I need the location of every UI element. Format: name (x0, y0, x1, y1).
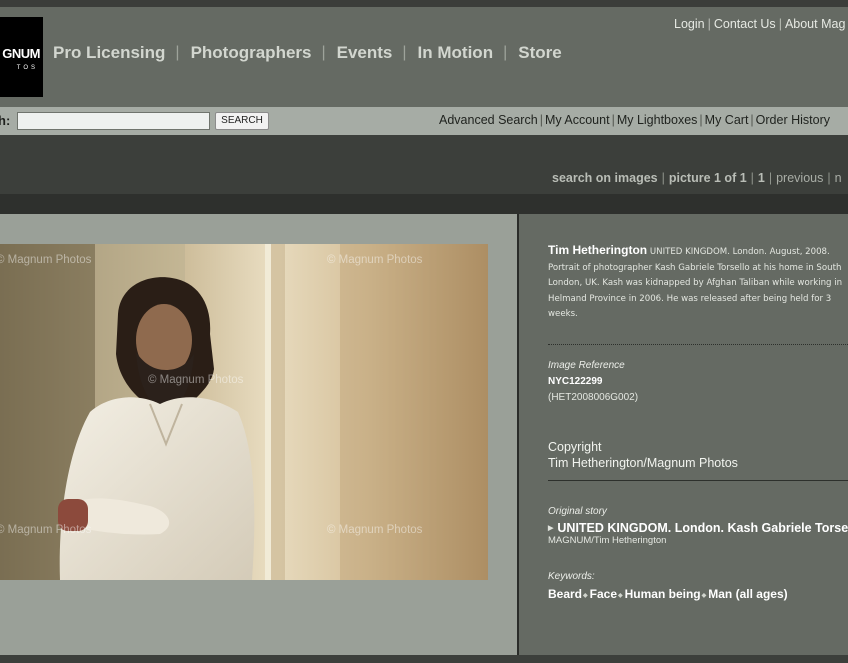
image-panel: © Magnum Photos © Magnum Photos © Magnum… (0, 214, 517, 655)
results-separator: | (661, 171, 665, 185)
original-story-label: Original story (548, 506, 607, 517)
caption-text: UNITED KINGDOM. London. August, 2008. Po… (548, 247, 843, 319)
search-input[interactable] (17, 112, 210, 130)
section-divider (548, 344, 848, 345)
util-separator: | (707, 17, 711, 31)
nav-store[interactable]: Store (518, 43, 561, 63)
arrow-right-icon: ▶ (548, 525, 554, 532)
account-separator: | (750, 113, 754, 127)
order-history-link[interactable]: Order History (756, 113, 830, 127)
search-scope-link[interactable]: search on images (552, 171, 658, 185)
contact-us-link[interactable]: Contact Us (714, 17, 776, 31)
util-separator: | (778, 17, 782, 31)
search-bar: h: SEARCH Advanced Search | My Account | My … (0, 107, 848, 135)
keyword-link[interactable]: Human being (625, 587, 701, 601)
nav-separator: | (321, 44, 326, 61)
advanced-search-link[interactable]: Advanced Search (439, 113, 538, 127)
top-strip (0, 0, 848, 7)
image-reference-label: Image Reference (548, 360, 625, 371)
results-separator: | (827, 171, 831, 185)
watermark: © Magnum Photos (148, 374, 244, 386)
my-account-link[interactable]: My Account (545, 113, 610, 127)
copyright-value: Tim Hetherington/Magnum Photos (548, 456, 738, 470)
nav-separator: | (402, 44, 407, 61)
main-photo[interactable]: © Magnum Photos © Magnum Photos © Magnum… (0, 244, 488, 580)
dark-strip (0, 194, 848, 214)
my-cart-link[interactable]: My Cart (705, 113, 749, 127)
image-reference-value: NYC122299 (548, 376, 603, 387)
login-link[interactable]: Login (674, 17, 705, 31)
account-separator: | (699, 113, 703, 127)
story-credit: MAGNUM/Tim Hetherington (548, 535, 667, 546)
header: GNUM TOS Pro Licensing | Photographers |… (0, 7, 848, 107)
details-panel: Tim Hetherington UNITED KINGDOM. London.… (519, 214, 848, 655)
story-title: UNITED KINGDOM. London. Kash Gabriele To… (557, 521, 848, 535)
results-separator: | (768, 171, 773, 185)
bullet-icon: ◆ (701, 593, 707, 599)
bullet-icon: ◆ (618, 593, 623, 599)
search-label: h: (0, 113, 11, 128)
main-nav: Pro Licensing | Photographers | Events |… (53, 43, 562, 63)
nav-photographers[interactable]: Photographers (191, 43, 312, 63)
nav-separator: | (503, 44, 508, 61)
keywords-list: Beard◆ Face◆ Human being◆ Man (all ages) (548, 587, 788, 601)
account-separator: | (539, 113, 543, 127)
previous-link[interactable]: previous (776, 171, 823, 185)
bullet-icon: ◆ (583, 593, 588, 599)
logo-text-sub: TOS (16, 65, 38, 71)
keyword-link[interactable]: Man (all ages) (708, 587, 787, 601)
bottom-strip (0, 655, 848, 663)
account-nav: Advanced Search | My Account | My Lightboxes… (439, 113, 830, 127)
utility-nav: Login | Contact Us | About Mag (674, 17, 845, 31)
magnum-logo[interactable]: GNUM TOS (0, 17, 43, 97)
my-lightboxes-link[interactable]: My Lightboxes (617, 113, 698, 127)
image-caption: Tim Hetherington UNITED KINGDOM. London.… (548, 243, 848, 323)
nav-pro-licensing[interactable]: Pro Licensing (53, 43, 165, 63)
results-separator: | (750, 171, 754, 185)
nav-in-motion[interactable]: In Motion (418, 43, 494, 63)
nav-events[interactable]: Events (337, 43, 393, 63)
picture-count: picture 1 of 1 (668, 171, 747, 185)
keyword-link[interactable]: Face (590, 587, 617, 601)
copyright-label: Copyright (548, 440, 602, 454)
about-magnum-link[interactable]: About Mag (785, 17, 845, 31)
original-story-link[interactable]: ▶ UNITED KINGDOM. London. Kash Gabriele T… (548, 521, 848, 535)
next-link[interactable]: n (835, 171, 842, 185)
photographer-link[interactable]: Tim Hetherington (548, 243, 647, 257)
account-separator: | (611, 113, 615, 127)
watermark: © Magnum Photos (327, 524, 423, 536)
results-nav: search on images | picture 1 of 1 | 1 | previo… (552, 171, 842, 185)
nav-separator: | (175, 44, 180, 61)
results-bar: search on images | picture 1 of 1 | 1 | previo… (0, 135, 848, 194)
keyword-link[interactable]: Beard (548, 587, 582, 601)
search-button[interactable]: SEARCH (215, 112, 269, 130)
logo-text-main: GNUM (2, 46, 40, 61)
watermark: © Magnum Photos (0, 254, 92, 266)
page-number[interactable]: 1 (758, 171, 765, 185)
section-divider (548, 480, 848, 481)
page: GNUM TOS Pro Licensing | Photographers |… (0, 0, 848, 663)
watermark: © Magnum Photos (0, 524, 92, 536)
keywords-label: Keywords: (548, 571, 595, 582)
image-reference-alt: (HET2008006G002) (548, 392, 639, 403)
watermark: © Magnum Photos (327, 254, 423, 266)
